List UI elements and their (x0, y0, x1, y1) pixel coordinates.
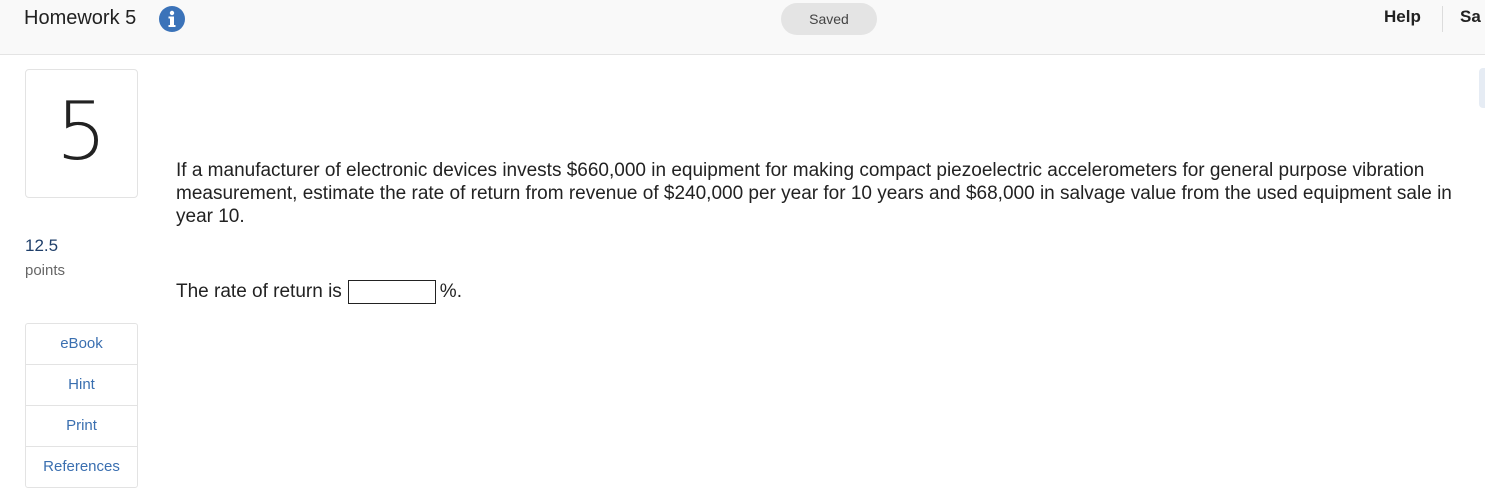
assignment-title: Homework 5 (24, 7, 137, 29)
info-icon[interactable] (158, 5, 186, 33)
answer-prefix: The rate of return is (176, 281, 342, 302)
answer-row: The rate of return is %. (176, 279, 462, 305)
saved-status-badge: Saved (781, 3, 877, 35)
ebook-link[interactable]: eBook (26, 324, 137, 365)
answer-suffix: %. (439, 281, 462, 302)
save-exit-button[interactable]: Sa (1460, 7, 1481, 27)
points-label: points (25, 262, 66, 279)
rate-of-return-input[interactable] (347, 280, 436, 304)
question-text: If a manufacturer of electronic devices … (176, 160, 1452, 227)
side-panel-tab[interactable] (1479, 68, 1485, 108)
top-bar: Homework 5 Saved Help Sa (0, 0, 1485, 55)
help-button[interactable]: Help (1384, 7, 1421, 27)
topbar-divider (1442, 6, 1443, 32)
points-value: 12.5 (25, 236, 59, 255)
question-number: 5 (56, 85, 107, 178)
print-link[interactable]: Print (26, 406, 137, 447)
references-link[interactable]: References (26, 447, 137, 487)
tools-menu: eBook Hint Print References (25, 323, 138, 488)
question-number-card: 5 (25, 69, 138, 198)
hint-link[interactable]: Hint (26, 365, 137, 406)
